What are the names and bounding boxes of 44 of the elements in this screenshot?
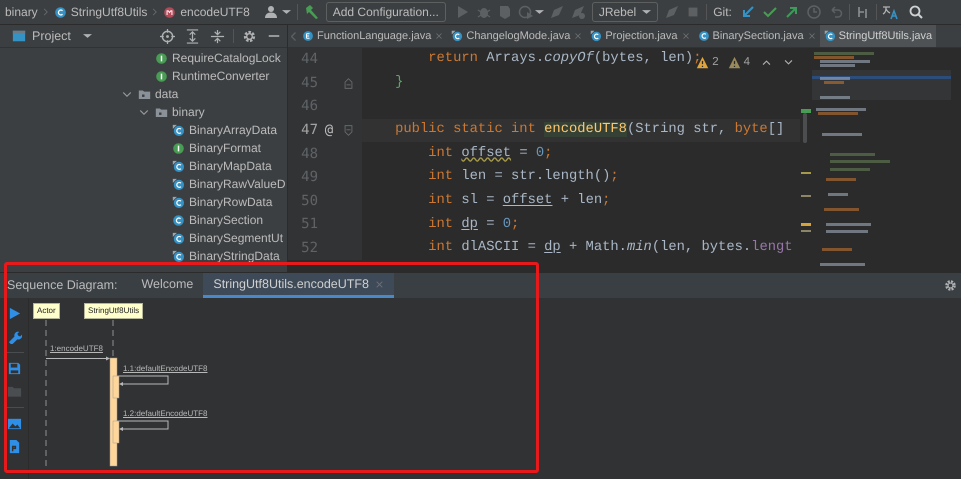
add-configuration-button[interactable]: Add Configuration...: [326, 2, 446, 22]
tree-item[interactable]: BinaryStringData: [189, 247, 280, 265]
code-line: int offset = 0;: [427, 144, 552, 163]
message-label: 1.2:defaultEncodeUTF8: [123, 409, 208, 419]
panel-tab[interactable]: StringUtf8Utils.encodeUTF8: [203, 273, 394, 298]
tree-item[interactable]: BinaryRowData: [189, 193, 272, 211]
gutter-marker[interactable]: @: [324, 120, 334, 142]
tree-item[interactable]: RuntimeConverter: [172, 67, 270, 85]
code-line: int dp = 0;: [427, 216, 520, 234]
tree-item[interactable]: RequireCatalogLock: [172, 49, 281, 67]
editor-tab[interactable]: BinarySection.java: [694, 25, 820, 47]
line-number: 47: [300, 121, 318, 140]
participant-box: StringUtf8Utils: [84, 303, 144, 319]
tree-item[interactable]: BinarySection: [189, 211, 264, 229]
vcs-label: Git:: [713, 4, 732, 21]
code-line: int dlASCII = dp + Math.min(len, bytes.lengt: [427, 239, 793, 258]
message-label: 1:encodeUTF8: [50, 344, 103, 354]
tree-item[interactable]: BinaryMapData: [189, 157, 272, 175]
tree-item[interactable]: BinaryFormat: [189, 139, 262, 157]
tree-item[interactable]: BinaryArrayData: [189, 121, 278, 139]
code-line: int len = str.length();: [427, 168, 619, 186]
panel-title: Sequence Diagram:: [7, 277, 118, 294]
editor-tab[interactable]: Projection.java: [586, 25, 694, 47]
panel-title[interactable]: Project: [32, 26, 71, 46]
warning-count: 4: [744, 55, 750, 70]
warning-count: 2: [712, 55, 719, 70]
breadcrumb-item[interactable]: encodeUTF8: [180, 3, 250, 21]
participant-box: Actor: [33, 303, 60, 319]
tree-item[interactable]: binary: [172, 103, 205, 121]
panel-tab[interactable]: Welcome: [131, 273, 204, 298]
code-line: return Arrays.copyOf(bytes, len);: [427, 50, 702, 68]
tree-item[interactable]: BinaryRawValueD: [189, 175, 286, 193]
code-line: public static int encodeUTF8(String str, byte[]: [394, 121, 786, 140]
breadcrumb-item[interactable]: StringUtf8Utils: [70, 3, 148, 21]
message-label: 1.1:defaultEncodeUTF8: [123, 364, 208, 374]
breadcrumb-item[interactable]: binary: [5, 3, 38, 21]
editor-tab[interactable]: ChangelogMode.java: [447, 25, 586, 47]
tree-item[interactable]: BinarySegmentUt: [189, 229, 284, 247]
code-line: int sl = offset + len;: [427, 192, 610, 210]
editor-tab[interactable]: FunctionLanguage.java: [298, 25, 448, 47]
editor-tab[interactable]: StringUtf8Utils.java: [820, 25, 936, 47]
code-line: }: [394, 74, 404, 92]
plugin-dropdown[interactable]: JRebel: [592, 2, 658, 22]
tree-item[interactable]: data: [155, 85, 178, 103]
